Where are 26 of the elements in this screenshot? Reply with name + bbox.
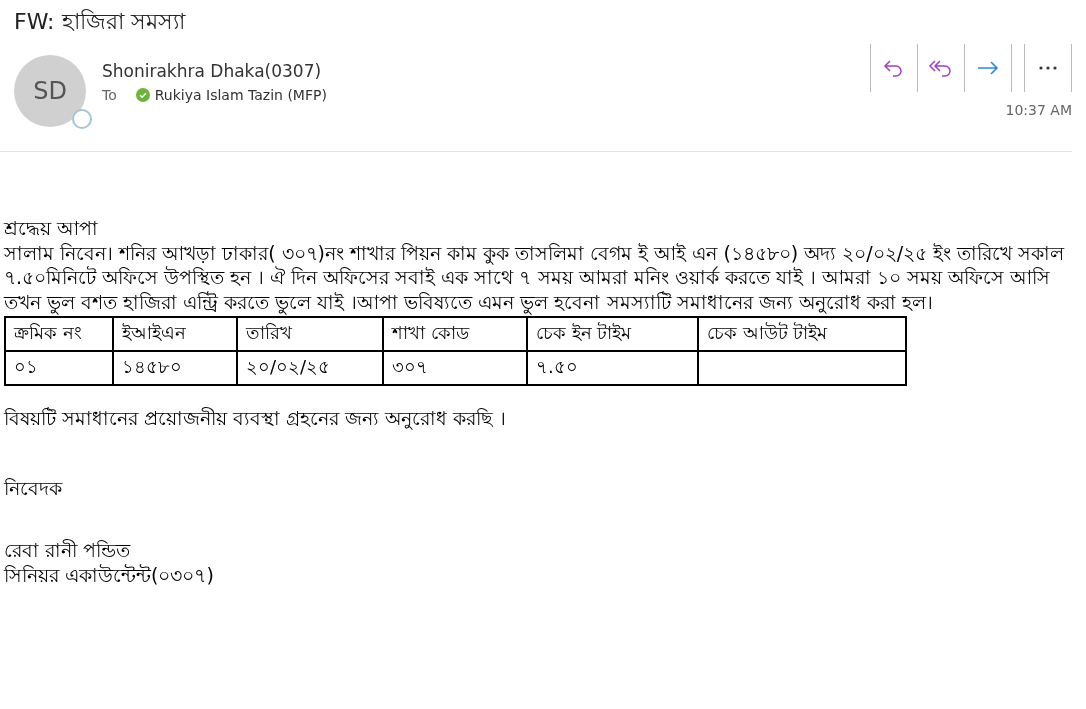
recipient-name[interactable]: Rukiya Islam Tazin (MFP) bbox=[154, 87, 327, 103]
table-header-cell: চেক আউট টাইম bbox=[698, 317, 906, 351]
message-paragraph: সালাম নিবেন। শনির আখড়া ঢাকার( ৩০৭)নং শাখার পিয়ন কাম কুক তাসলিমা বেগম ই আই এন (১৪৫৮০) অদ্য ২০/০২/২৫ ইং তারিখে সকাল ৭.৫০মিনিটে অফিসে উপস্থিত হন । ঐ দিন অফিসের সবাই এক সাথে ৭ সময় আমরা মনিং ওয়ার্ক করতে যাই । আমরা ১০ সময় অফিসে আসি তখন ভুল বশত হাজিরা এন্ট্রি করতে ভুলে যাই ।আপা ভবিষ্যতে এমন ভুল হবেনা সমস্যাটি সমাধানের জন্য অনুরোধ করা হল। bbox=[4, 240, 1066, 314]
presence-status-icon bbox=[72, 109, 92, 129]
table-cell: ০১ bbox=[5, 351, 113, 385]
email-subject: FW: হাজিরা সমস্যা bbox=[14, 8, 187, 36]
table-cell: ৩০৭ bbox=[383, 351, 527, 385]
table-cell: ৭.৫০ bbox=[527, 351, 698, 385]
more-icon bbox=[1039, 66, 1057, 70]
request-sentence: বিষয়টি সমাধানের প্রয়োজনীয় ব্যবস্থা গ্রহনের জন্য অনুরোধ করছি । bbox=[4, 406, 508, 431]
sender-name[interactable]: Shonirakhra Dhaka(0307) bbox=[102, 61, 327, 81]
table-header-cell: ক্রমিক নং bbox=[5, 317, 113, 351]
available-check-icon bbox=[135, 88, 150, 102]
table-cell: ২০/০২/২৫ bbox=[237, 351, 383, 385]
table-header-cell: ইআইএন bbox=[113, 317, 237, 351]
greeting: শ্রদ্ধেয় আপা bbox=[4, 216, 100, 241]
signature-line: রেবা রানী পন্ডিত bbox=[4, 538, 132, 563]
sent-time: 10:37 AM bbox=[1005, 102, 1072, 118]
table-header-cell: চেক ইন টাইম bbox=[527, 317, 698, 351]
table-header-cell: শাখা কোড bbox=[383, 317, 527, 351]
table-header-cell: তারিখ bbox=[237, 317, 383, 351]
signature-line: সিনিয়র একাউন্টেন্ট(০৩০৭) bbox=[4, 562, 215, 587]
avatar-initials: SD bbox=[33, 77, 67, 105]
to-label: To bbox=[102, 87, 117, 103]
table-cell: ১৪৫৮০ bbox=[113, 351, 237, 385]
closing-text: নিবেদক bbox=[4, 475, 64, 500]
